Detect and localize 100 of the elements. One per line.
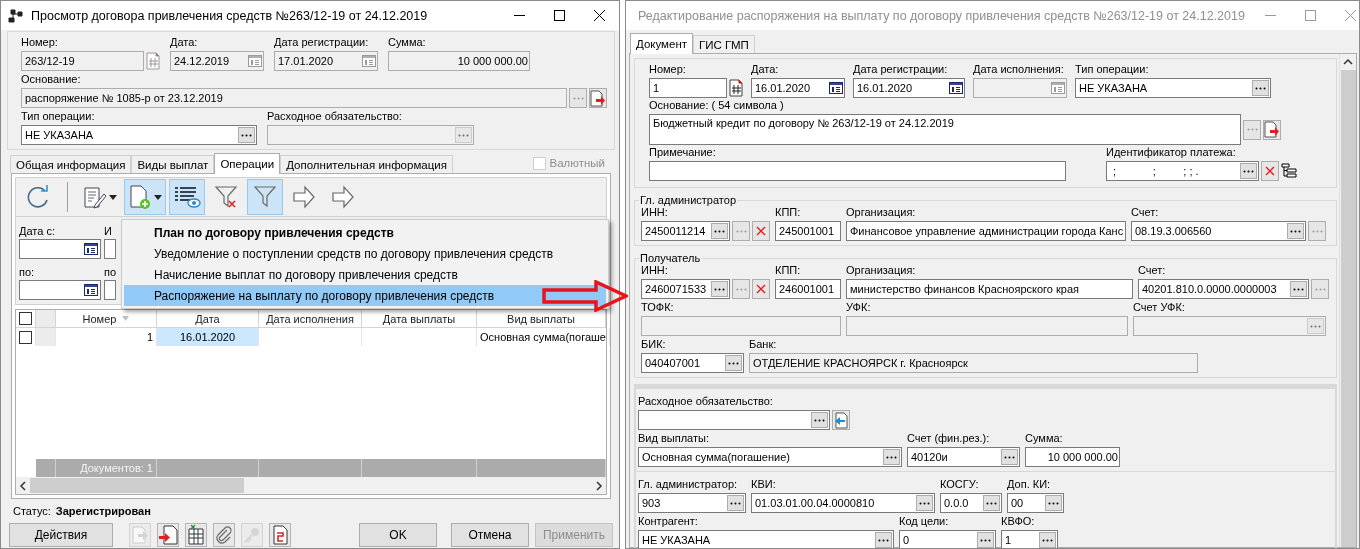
date-field[interactable]: [19, 280, 101, 300]
actions-button[interactable]: Действия: [9, 523, 113, 547]
ellipsis-button[interactable]: [1001, 449, 1018, 465]
ellipsis-button[interactable]: [711, 223, 728, 239]
lookup-field[interactable]: НЕ УКАЗАНА: [1075, 78, 1271, 98]
tree-button[interactable]: [1281, 163, 1297, 179]
tab[interactable]: Операции: [214, 153, 281, 174]
print-button[interactable]: [269, 523, 291, 547]
text-field[interactable]: 245001001: [775, 221, 841, 241]
lookup-field[interactable]: 40120и: [907, 447, 1020, 467]
amount-field[interactable]: 10 000 000.00: [1025, 447, 1120, 467]
text-field[interactable]: [104, 280, 116, 300]
tab[interactable]: Виды выплат: [131, 155, 215, 173]
clear-button[interactable]: [752, 221, 770, 241]
tab[interactable]: ГИС ГМП: [693, 35, 755, 53]
ellipsis-button[interactable]: [1240, 163, 1257, 179]
text-field[interactable]: 246001001: [775, 279, 841, 299]
column-header[interactable]: Дата выплаты: [362, 310, 477, 328]
text-field[interactable]: Бюджетный кредит по договору № 263/12-19 от 24.12.2019: [649, 114, 1241, 145]
lookup-field[interactable]: 00: [1007, 493, 1064, 513]
column-header[interactable]: Номер: [56, 310, 157, 328]
text-field[interactable]: министерство финансов Красноярского края: [846, 279, 1133, 299]
ellipsis-button[interactable]: [1290, 281, 1307, 297]
lookup-field[interactable]: 01.03.01.00.04.0000810: [751, 493, 935, 513]
menu-item[interactable]: Начисление выплат по договору привлечения средств: [124, 264, 606, 285]
column-header[interactable]: [16, 310, 36, 328]
import-document-button[interactable]: [157, 523, 179, 547]
lookup-field[interactable]: НЕ УКАЗАНА: [21, 125, 257, 145]
ellipsis-button[interactable]: [238, 127, 255, 143]
ellipsis-button[interactable]: [811, 412, 828, 428]
checkbox[interactable]: [19, 330, 32, 344]
ellipsis-button[interactable]: [875, 532, 892, 548]
calendar-button[interactable]: [84, 284, 98, 296]
ellipsis-icon: [1048, 501, 1059, 505]
calendar-button[interactable]: [84, 243, 98, 255]
clear-button[interactable]: [1261, 161, 1279, 181]
ellipsis-button[interactable]: [977, 532, 994, 548]
attach-button[interactable]: [213, 523, 235, 547]
menu-item[interactable]: Уведомление о поступлении средств по договору привлечения средств: [124, 243, 606, 264]
text-field[interactable]: Финансовое управление администрации города Канс: [846, 221, 1126, 241]
ellipsis-button[interactable]: [983, 495, 1000, 511]
menu-item[interactable]: План по договору привлечения средств: [124, 222, 606, 243]
ellipsis-button[interactable]: [711, 281, 728, 297]
back-document-button[interactable]: [832, 410, 850, 430]
column-header[interactable]: Дата исполнения: [259, 310, 362, 328]
spreadsheet-button[interactable]: [185, 523, 207, 547]
text-field[interactable]: [649, 161, 1066, 181]
ellipsis-button[interactable]: [1308, 221, 1326, 241]
lookup-field[interactable]: ; ; ; ; .: [1106, 161, 1259, 181]
ellipsis-button[interactable]: [727, 495, 744, 511]
tab[interactable]: Дополнительная информация: [280, 155, 453, 173]
lookup-field[interactable]: 0: [899, 530, 996, 548]
field-label: Вид выплаты:: [638, 432, 710, 445]
list-view-button[interactable]: [169, 179, 205, 215]
lookup-field[interactable]: 1: [1001, 530, 1058, 548]
date-field[interactable]: 16.01.2020: [853, 78, 965, 98]
ellipsis-button[interactable]: [883, 449, 900, 465]
lookup-field[interactable]: 2460071533: [641, 279, 730, 299]
field-label: Дата регистрации:: [853, 63, 949, 76]
ellipsis-button[interactable]: [1039, 532, 1056, 548]
ellipsis-button[interactable]: [1311, 279, 1329, 299]
tab[interactable]: Документ: [630, 33, 693, 54]
ellipsis-button[interactable]: [1045, 495, 1062, 511]
numbering-button[interactable]: [729, 79, 743, 97]
lookup-field[interactable]: 0.0.0: [940, 493, 1002, 513]
date-field[interactable]: [19, 239, 101, 259]
text-field[interactable]: 1: [649, 78, 727, 98]
lookup-field[interactable]: 08.19.3.006560: [1131, 221, 1306, 241]
filter-button[interactable]: [247, 179, 283, 215]
menu-item[interactable]: Распоряжение на выплату по договору привлечения средств: [124, 285, 606, 306]
text-field[interactable]: [104, 239, 116, 259]
lookup-field[interactable]: 40201.810.0.0000.0000003: [1138, 279, 1309, 299]
ellipsis-button[interactable]: [732, 279, 750, 299]
ellipsis-button[interactable]: [1287, 223, 1304, 239]
ellipsis-button[interactable]: [1252, 80, 1269, 96]
calendar-icon: [362, 55, 376, 67]
dialog-button[interactable]: Отмена: [451, 523, 529, 547]
ellipsis-button[interactable]: [732, 221, 750, 241]
ellipsis-button[interactable]: [725, 355, 742, 371]
calendar-button[interactable]: [829, 82, 843, 94]
date-field[interactable]: 16.01.2020: [751, 78, 845, 98]
ellipsis-button[interactable]: [916, 495, 933, 511]
dialog-button[interactable]: OK: [359, 523, 437, 547]
lookup-field[interactable]: [638, 410, 830, 430]
lookup-field[interactable]: 040407001: [641, 353, 744, 373]
lookup-field[interactable]: 903: [638, 493, 746, 513]
lookup-field[interactable]: Основная сумма(погашение): [638, 447, 902, 467]
column-header[interactable]: Вид выплаты: [477, 310, 606, 328]
horizontal-scrollbar[interactable]: [16, 477, 606, 494]
lookup-field[interactable]: НЕ УКАЗАНА: [638, 530, 894, 548]
ellipsis-button[interactable]: [1243, 119, 1261, 140]
clear-button[interactable]: [752, 279, 770, 299]
tab[interactable]: Общая информация: [10, 155, 132, 173]
open-document-button[interactable]: [1263, 119, 1281, 140]
vertical-scrollbar[interactable]: [1339, 54, 1356, 547]
lookup-field[interactable]: 2450011214: [641, 221, 730, 241]
field-label: по:: [19, 266, 36, 280]
checkbox[interactable]: [19, 312, 32, 325]
calendar-button[interactable]: [949, 82, 963, 94]
field-label: Тип операции:: [1075, 63, 1150, 76]
